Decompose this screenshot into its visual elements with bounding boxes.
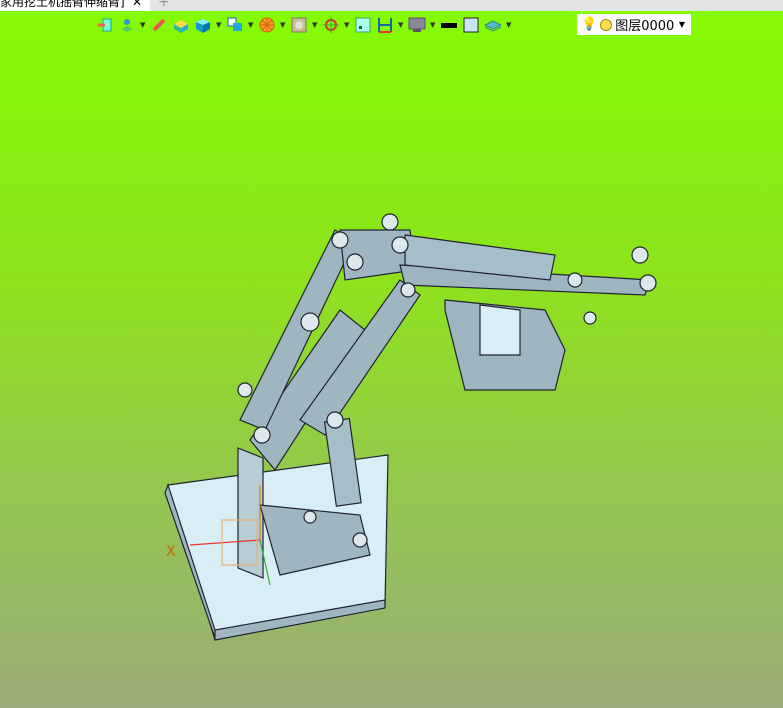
arm-assembly xyxy=(237,213,657,579)
axis-label-x: X xyxy=(166,544,176,560)
3d-viewport[interactable]: X xyxy=(0,0,783,708)
